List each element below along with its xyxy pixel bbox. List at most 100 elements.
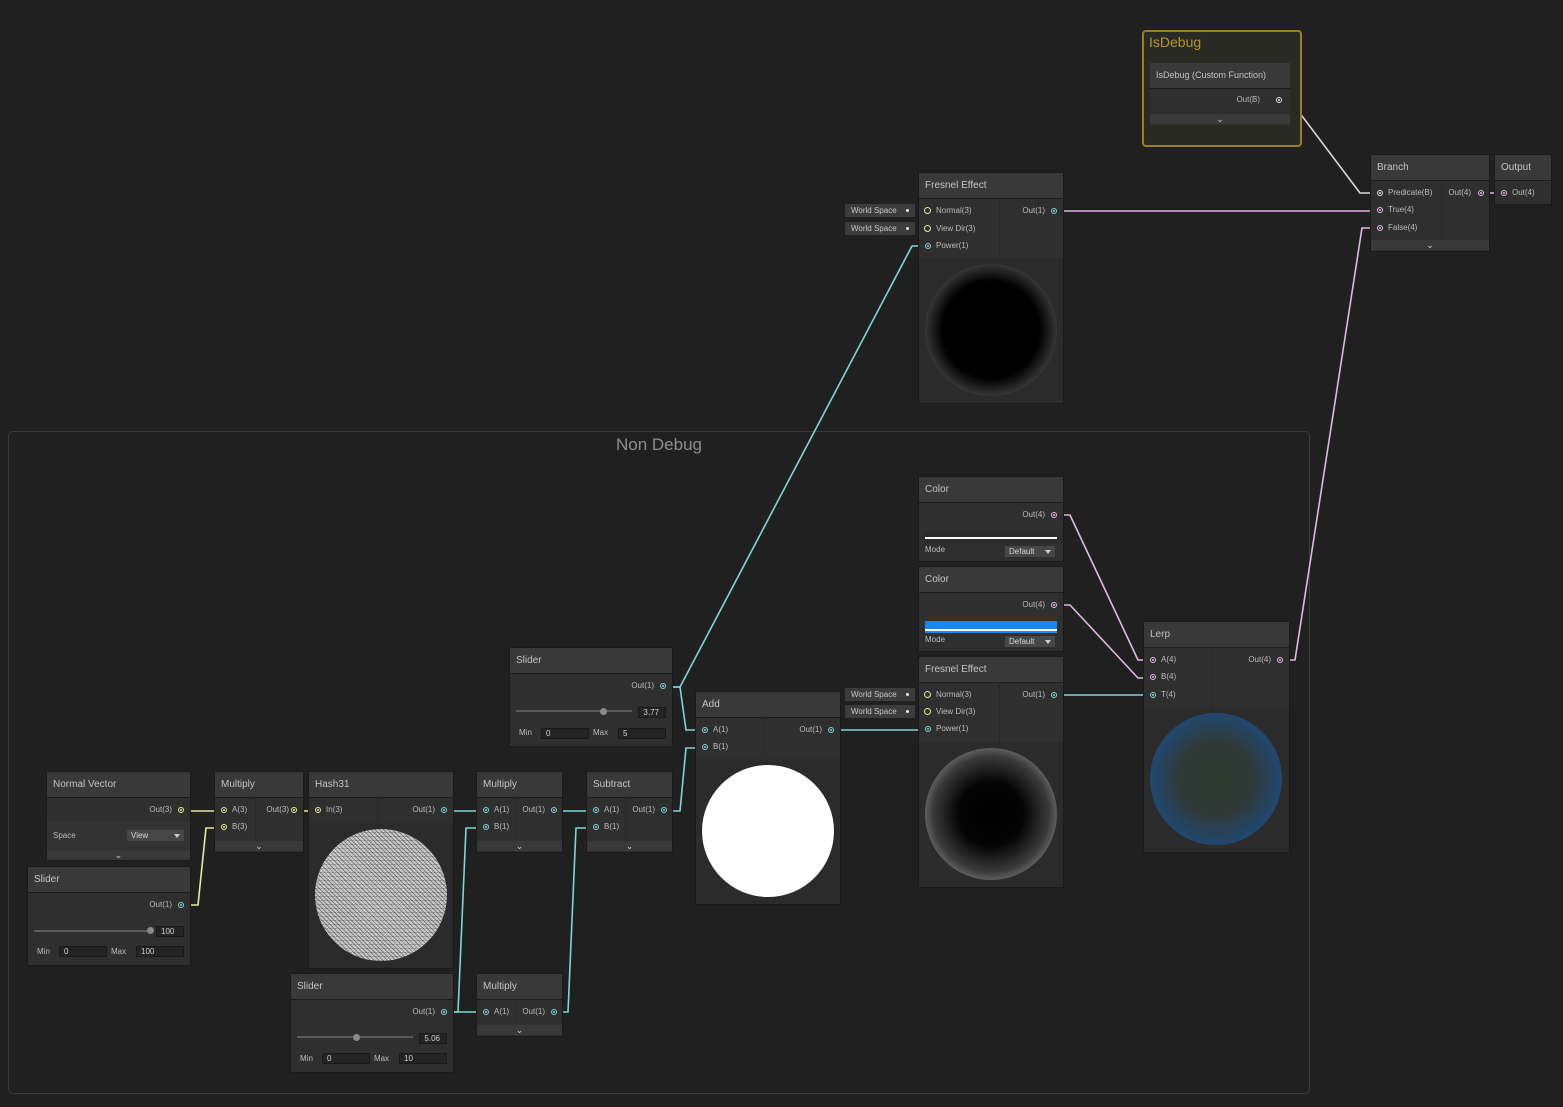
output-port[interactable] [291, 807, 297, 813]
viewdir-default-input[interactable]: World Space [845, 705, 915, 718]
chevron-down-icon[interactable]: ⌄ [215, 841, 303, 851]
add-node[interactable]: Add A(1) B(1) Out(1) [696, 692, 840, 904]
slider-handle[interactable] [147, 927, 154, 934]
input-port[interactable] [1377, 190, 1383, 196]
slider-handle[interactable] [353, 1034, 360, 1041]
input-port[interactable] [924, 708, 931, 715]
color-swatch[interactable] [925, 531, 1057, 543]
input-port[interactable] [925, 726, 931, 732]
input-port[interactable] [1150, 657, 1156, 663]
normal-vector-node[interactable]: Normal Vector Out(3) Space View ⌄ [47, 772, 190, 860]
non-debug-group[interactable]: Non Debug [8, 431, 1310, 1094]
normal-default-input[interactable]: World Space [845, 688, 915, 701]
chevron-down-icon[interactable]: ⌄ [1150, 114, 1290, 124]
input-port[interactable] [1377, 207, 1383, 213]
output-port[interactable] [178, 902, 184, 908]
output-node[interactable]: Output Out(4) [1495, 155, 1551, 204]
min-field[interactable]: 0 [59, 946, 107, 957]
branch-node[interactable]: Branch Predicate(B) True(4) False(4) Out… [1371, 155, 1489, 251]
isdebug-group[interactable]: IsDebug IsDebug (Custom Function) Out(B)… [1142, 30, 1302, 147]
input-port[interactable] [702, 744, 708, 750]
chevron-down-icon[interactable]: ⌄ [47, 850, 190, 860]
input-port[interactable] [1377, 225, 1383, 231]
output-port[interactable] [1276, 97, 1282, 103]
port-label: Normal(3) [936, 689, 972, 701]
input-port[interactable] [593, 824, 599, 830]
color-node-blue[interactable]: Color Out(4) Mode Default [919, 567, 1063, 651]
input-port[interactable] [924, 225, 931, 232]
output-port[interactable] [441, 807, 447, 813]
isdebug-custom-function-node[interactable]: IsDebug (Custom Function) Out(B) ⌄ [1150, 63, 1290, 125]
fresnel-effect-node-top[interactable]: Fresnel Effect Normal(3) View Dir(3) Pow… [919, 173, 1063, 403]
fresnel-effect-node-bottom[interactable]: Fresnel Effect Normal(3) View Dir(3) Pow… [919, 657, 1063, 887]
output-port[interactable] [1277, 657, 1283, 663]
subtract-node[interactable]: Subtract A(1) B(1) Out(1) ⌄ [587, 772, 672, 852]
output-port[interactable] [551, 807, 557, 813]
slider-track[interactable] [516, 710, 632, 712]
input-port[interactable] [1150, 692, 1156, 698]
noisy-fresnel-sphere-preview [925, 748, 1057, 880]
slider-node-scale[interactable]: Slider Out(1) 100 Min 0 Max 100 [28, 867, 190, 965]
chevron-down-icon[interactable]: ⌄ [1371, 240, 1489, 250]
min-field[interactable]: 0 [322, 1053, 370, 1064]
input-port[interactable] [483, 824, 489, 830]
input-port[interactable] [221, 824, 227, 830]
output-port[interactable] [1051, 692, 1057, 698]
input-port[interactable] [483, 1009, 489, 1015]
slider-node-power[interactable]: Slider Out(1) 3.77 Min 0 Max 5 [510, 648, 672, 746]
slider-value-field[interactable]: 100 [156, 926, 184, 937]
chevron-down-icon[interactable]: ⌄ [477, 841, 562, 851]
normal-default-input[interactable]: World Space [845, 204, 915, 217]
multiply-node-3[interactable]: Multiply A(1) Out(1) ⌄ [477, 974, 562, 1036]
input-port[interactable] [1150, 674, 1156, 680]
viewdir-default-input[interactable]: World Space [845, 222, 915, 235]
lerp-node[interactable]: Lerp A(4) B(4) T(4) Out(4) [1144, 622, 1289, 852]
input-port[interactable] [483, 807, 489, 813]
slider-value-field[interactable]: 3.77 [638, 707, 666, 718]
isdebug-title[interactable]: IsDebug [1149, 34, 1201, 50]
output-port[interactable] [1051, 602, 1057, 608]
node-title: Multiply [477, 974, 562, 1000]
input-port[interactable] [221, 807, 227, 813]
output-port[interactable] [178, 807, 184, 813]
output-port[interactable] [1478, 190, 1484, 196]
output-port[interactable] [441, 1009, 447, 1015]
input-port[interactable] [924, 691, 931, 698]
port-label: B(4) [1161, 671, 1176, 683]
slider-track[interactable] [34, 930, 150, 932]
max-field[interactable]: 5 [618, 728, 666, 739]
output-port[interactable] [661, 807, 667, 813]
input-port[interactable] [702, 727, 708, 733]
input-port[interactable] [315, 807, 321, 813]
output-port[interactable] [1051, 512, 1057, 518]
mode-label: Mode [925, 634, 945, 646]
chevron-down-icon[interactable]: ⌄ [587, 841, 672, 851]
output-port[interactable] [660, 683, 666, 689]
slider-handle[interactable] [600, 708, 607, 715]
color-swatch[interactable] [925, 621, 1057, 633]
output-port[interactable] [551, 1009, 557, 1015]
mode-dropdown[interactable]: Default [1005, 546, 1055, 557]
chevron-down-icon[interactable]: ⌄ [477, 1025, 562, 1035]
port-label: Out(3) [266, 804, 289, 816]
node-title: Lerp [1144, 622, 1289, 648]
slider-value-field[interactable]: 5.06 [419, 1033, 447, 1044]
multiply-node-2[interactable]: Multiply A(1) B(1) Out(1) ⌄ [477, 772, 562, 852]
input-port[interactable] [1501, 190, 1507, 196]
output-port[interactable] [1051, 208, 1057, 214]
multiply-node-1[interactable]: Multiply A(3) B(3) Out(3) ⌄ [215, 772, 303, 852]
max-field[interactable]: 10 [399, 1053, 447, 1064]
group-title[interactable]: Non Debug [9, 435, 1309, 455]
space-dropdown[interactable]: View [127, 830, 184, 841]
mode-dropdown[interactable]: Default [1005, 636, 1055, 647]
color-node-white[interactable]: Color Out(4) Mode Default [919, 477, 1063, 561]
input-port[interactable] [925, 243, 931, 249]
input-port[interactable] [593, 807, 599, 813]
hash31-node[interactable]: Hash31 In(3) Out(1) [309, 772, 453, 968]
output-port[interactable] [828, 727, 834, 733]
min-field[interactable]: 0 [541, 728, 589, 739]
slider-node-noise[interactable]: Slider Out(1) 5.06 Min 0 Max 10 [291, 974, 453, 1072]
max-field[interactable]: 100 [136, 946, 184, 957]
port-label: Out(1) [522, 804, 545, 816]
input-port[interactable] [924, 207, 931, 214]
